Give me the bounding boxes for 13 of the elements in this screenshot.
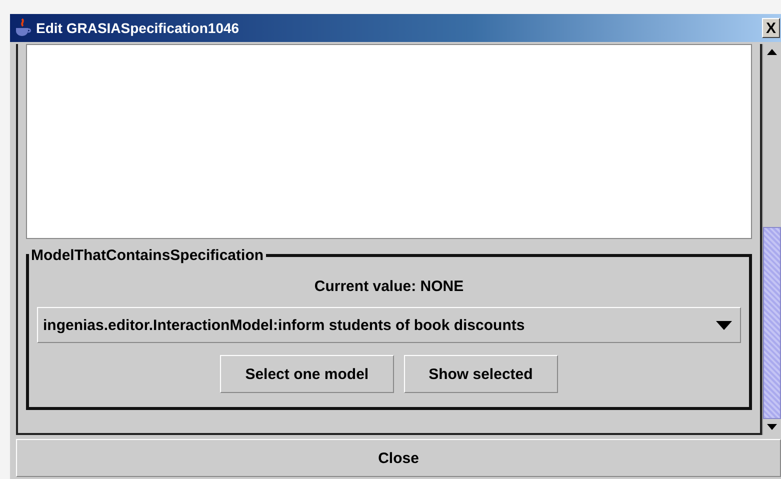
group-title: ModelThatContainsSpecification	[30, 247, 265, 264]
model-button[interactable]: Show selected	[404, 355, 558, 393]
caret-icon	[716, 320, 732, 330]
current-value: Current value: NONE	[314, 278, 464, 295]
window-control-button[interactable]: X	[762, 18, 780, 38]
scrollbar[interactable]	[762, 44, 781, 435]
up-arrow-icon	[767, 49, 777, 55]
close-dialog-button[interactable]: Close	[16, 439, 781, 477]
cup-icon	[14, 18, 32, 38]
model-button[interactable]: Select one model	[220, 355, 394, 393]
model-dropdown[interactable]: ingenias.editor.InteractionModel:inform students of book discounts	[37, 307, 741, 343]
down-arrow-icon	[767, 424, 777, 430]
window-title: Edit GRASIASpecification1046	[36, 20, 240, 36]
